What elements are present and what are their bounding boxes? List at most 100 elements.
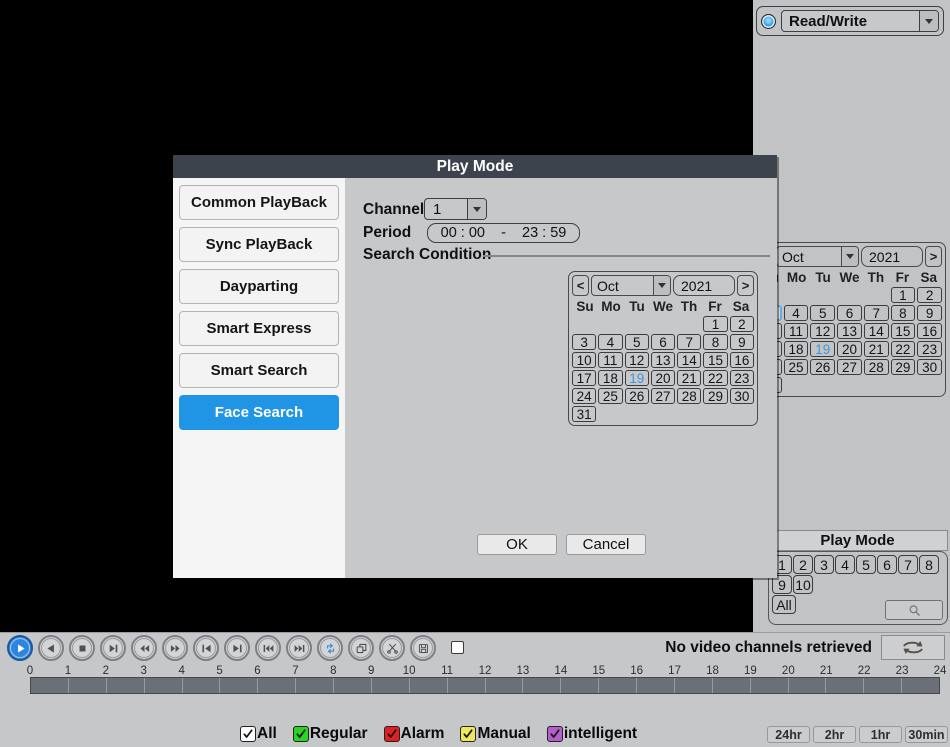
playback-mode-tab[interactable]: Smart Search: [179, 353, 339, 388]
calendar-day[interactable]: 2: [730, 316, 754, 332]
legend-checkbox[interactable]: [293, 726, 309, 742]
calendar-day[interactable]: 18: [598, 370, 622, 386]
play-mode-panel-header[interactable]: Play Mode: [767, 530, 948, 551]
calendar-day[interactable]: 21: [864, 341, 889, 357]
timeline-segment[interactable]: [486, 678, 524, 693]
channel-button[interactable]: 8: [919, 555, 939, 574]
cancel-button[interactable]: Cancel: [566, 534, 646, 555]
time-range-button[interactable]: 24hr: [767, 726, 810, 743]
timeline-segment[interactable]: [637, 678, 675, 693]
channel-button[interactable]: 5: [856, 555, 876, 574]
next-frame-button[interactable]: [224, 635, 250, 661]
calendar-day[interactable]: 7: [677, 334, 701, 350]
multi-window-button[interactable]: [348, 635, 374, 661]
channel-button[interactable]: 6: [877, 555, 897, 574]
month-dropdown[interactable]: Oct: [591, 275, 671, 296]
timeline-segment[interactable]: [902, 678, 939, 693]
timeline-segment[interactable]: [296, 678, 334, 693]
calendar-day[interactable]: 28: [864, 359, 889, 375]
month-dropdown[interactable]: Oct: [776, 246, 859, 267]
prev-frame-button[interactable]: [193, 635, 219, 661]
calendar-day[interactable]: 6: [651, 334, 675, 350]
prev-month-button[interactable]: <: [572, 275, 589, 296]
timeline-segment[interactable]: [334, 678, 372, 693]
legend-checkbox[interactable]: [240, 726, 256, 742]
calendar-day[interactable]: 22: [891, 341, 916, 357]
save-button[interactable]: [410, 635, 436, 661]
calendar-day[interactable]: 12: [810, 323, 835, 339]
legend-checkbox[interactable]: [460, 726, 476, 742]
timeline-segment[interactable]: [258, 678, 296, 693]
calendar-day[interactable]: 6: [837, 305, 862, 321]
calendar-day[interactable]: 25: [598, 388, 622, 404]
timeline-segment[interactable]: [372, 678, 410, 693]
calendar-day[interactable]: 18: [784, 341, 809, 357]
refresh-channels-button[interactable]: [881, 635, 945, 660]
stop-button[interactable]: [69, 635, 95, 661]
calendar-day[interactable]: 21: [677, 370, 701, 386]
timeline-segment[interactable]: [107, 678, 145, 693]
year-field[interactable]: 2021: [673, 275, 735, 296]
playback-mode-tab[interactable]: Dayparting: [179, 269, 339, 304]
calendar-day[interactable]: 5: [810, 305, 835, 321]
calendar-day[interactable]: 26: [625, 388, 649, 404]
calendar-day[interactable]: 23: [917, 341, 942, 357]
calendar-day[interactable]: 27: [837, 359, 862, 375]
calendar-day[interactable]: 11: [784, 323, 809, 339]
calendar-day[interactable]: 28: [677, 388, 701, 404]
playback-mode-tab[interactable]: Smart Express: [179, 311, 339, 346]
timeline-segment[interactable]: [713, 678, 751, 693]
channel-button[interactable]: 4: [835, 555, 855, 574]
channel-button[interactable]: 2: [793, 555, 813, 574]
calendar-day[interactable]: 15: [891, 323, 916, 339]
clip-button[interactable]: [379, 635, 405, 661]
calendar-day[interactable]: 24: [572, 388, 596, 404]
ok-button[interactable]: OK: [477, 534, 557, 555]
calendar-day[interactable]: 8: [891, 305, 916, 321]
timeline-bar[interactable]: [30, 677, 940, 694]
calendar-day[interactable]: 20: [651, 370, 675, 386]
timeline-segment[interactable]: [220, 678, 258, 693]
calendar-day[interactable]: 13: [837, 323, 862, 339]
calendar-day[interactable]: 17: [572, 370, 596, 386]
chevron-down-icon[interactable]: [841, 247, 858, 266]
fast-forward-button[interactable]: [162, 635, 188, 661]
period-field[interactable]: 00 : 00 - 23 : 59: [427, 223, 580, 243]
calendar-day[interactable]: 11: [598, 352, 622, 368]
skip-start-button[interactable]: [255, 635, 281, 661]
calendar-day[interactable]: 13: [651, 352, 675, 368]
calendar-day[interactable]: 25: [784, 359, 809, 375]
calendar-day[interactable]: 10: [572, 352, 596, 368]
timeline-segment[interactable]: [599, 678, 637, 693]
calendar-day[interactable]: 14: [864, 323, 889, 339]
playback-mode-tab[interactable]: Common PlayBack: [179, 185, 339, 220]
playback-mode-tab[interactable]: Face Search: [179, 395, 339, 430]
calendar-day[interactable]: 12: [625, 352, 649, 368]
timeline-segment[interactable]: [675, 678, 713, 693]
timeline-segment[interactable]: [864, 678, 902, 693]
calendar-day[interactable]: 27: [651, 388, 675, 404]
timeline-segment[interactable]: [751, 678, 789, 693]
time-range-button[interactable]: 1hr: [859, 726, 902, 743]
play-button[interactable]: [7, 635, 33, 661]
calendar-day[interactable]: 20: [837, 341, 862, 357]
chevron-down-icon[interactable]: [467, 199, 486, 219]
timeline-segment[interactable]: [31, 678, 69, 693]
skip-end-button[interactable]: [286, 635, 312, 661]
calendar-day[interactable]: 15: [703, 352, 727, 368]
timeline-segment[interactable]: [826, 678, 864, 693]
calendar-day[interactable]: 4: [784, 305, 809, 321]
timeline-segment[interactable]: [410, 678, 448, 693]
timeline-segment[interactable]: [145, 678, 183, 693]
calendar-day[interactable]: 2: [917, 287, 942, 303]
calendar-day[interactable]: 9: [730, 334, 754, 350]
next-month-button[interactable]: >: [737, 275, 754, 296]
calendar-day[interactable]: 16: [730, 352, 754, 368]
rewind-button[interactable]: [131, 635, 157, 661]
calendar-day[interactable]: 29: [891, 359, 916, 375]
read-write-dropdown[interactable]: Read/Write: [781, 10, 939, 32]
playback-mode-tab[interactable]: Sync PlayBack: [179, 227, 339, 262]
channel-dropdown[interactable]: 1: [424, 198, 487, 220]
calendar-day[interactable]: 4: [598, 334, 622, 350]
calendar-day[interactable]: 30: [917, 359, 942, 375]
